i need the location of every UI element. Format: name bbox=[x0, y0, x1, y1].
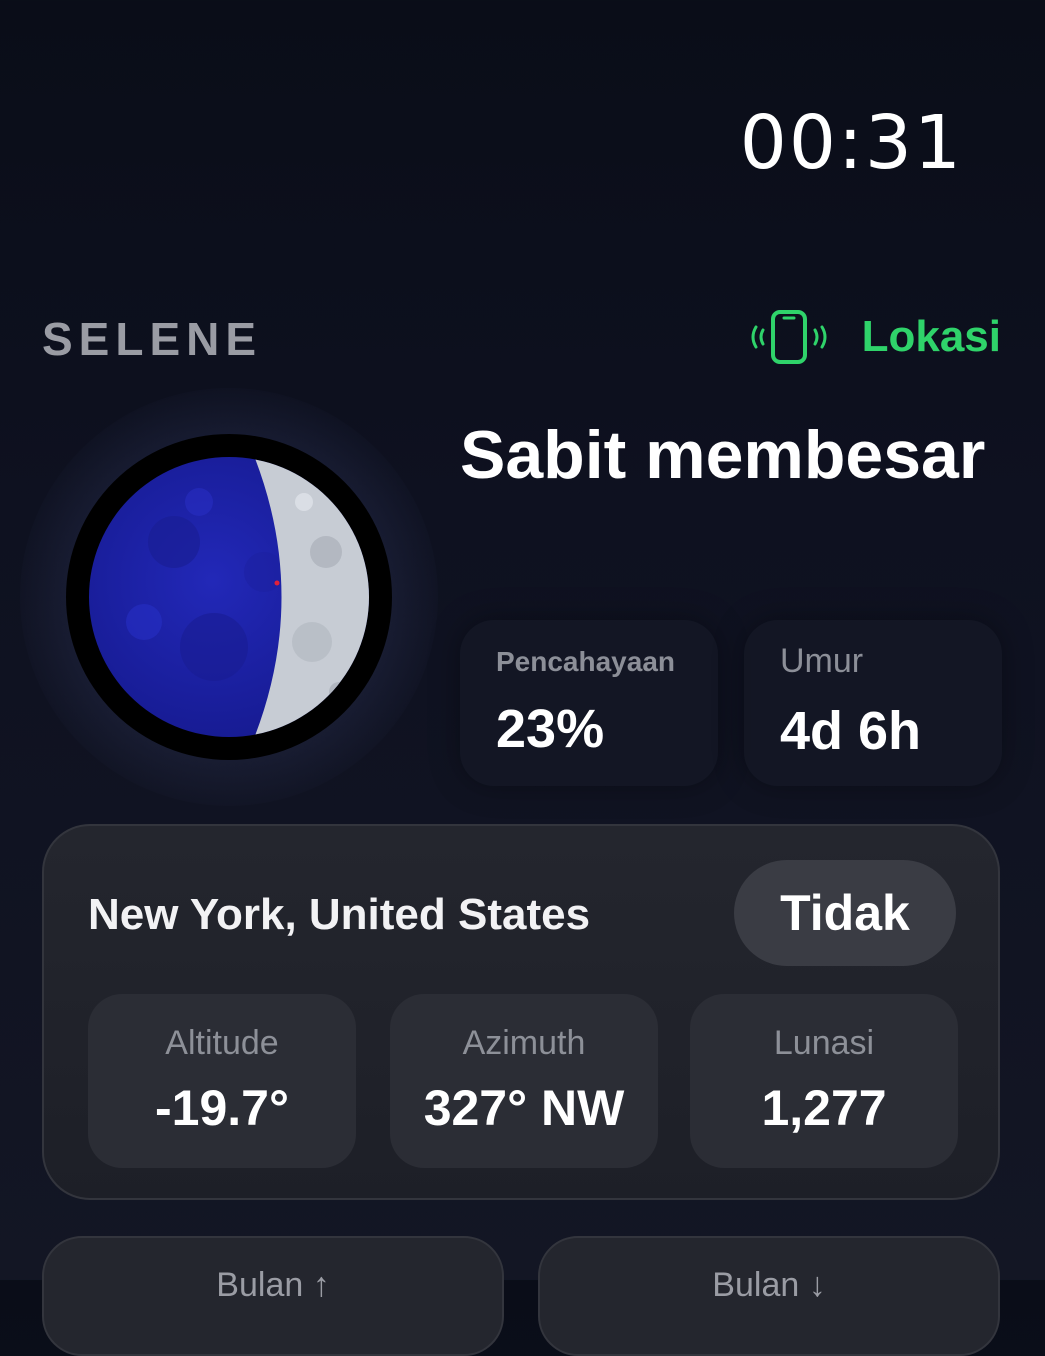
location-city: New York, United States bbox=[88, 890, 591, 939]
age-card: Umur 4d 6h bbox=[744, 620, 1002, 786]
illumination-label: Pencahayaan bbox=[496, 646, 675, 677]
location-button[interactable]: Lokasi bbox=[746, 308, 1001, 366]
moon-phase-image bbox=[64, 432, 394, 762]
azimuth-tile: Azimuth 327° NW bbox=[390, 994, 658, 1168]
azimuth-value: 327° NW bbox=[423, 1080, 625, 1136]
phone-vibrate-icon bbox=[746, 308, 832, 366]
location-button-label: Lokasi bbox=[861, 312, 1001, 361]
age-value: 4d 6h bbox=[780, 701, 922, 761]
app-brand: SELENE bbox=[42, 313, 263, 365]
location-card: New York, United States Tidak Altitude -… bbox=[42, 824, 1000, 1200]
moonrise-label: Bulan ↑ bbox=[216, 1266, 330, 1304]
altitude-tile: Altitude -19.7° bbox=[88, 994, 356, 1168]
moonset-label: Bulan ↓ bbox=[712, 1266, 826, 1304]
age-label: Umur bbox=[780, 642, 864, 680]
phase-name: Sabit membesar bbox=[460, 417, 986, 493]
azimuth-label: Azimuth bbox=[462, 1024, 586, 1062]
lunation-value: 1,277 bbox=[761, 1080, 887, 1136]
moonrise-card: Bulan ↑ bbox=[42, 1236, 504, 1356]
status-clock: 00:31 bbox=[739, 100, 963, 186]
lunation-label: Lunasi bbox=[773, 1024, 875, 1062]
illumination-value: 23% bbox=[496, 699, 605, 759]
lunation-tile: Lunasi 1,277 bbox=[690, 994, 958, 1168]
altitude-label: Altitude bbox=[165, 1024, 279, 1062]
altitude-value: -19.7° bbox=[155, 1080, 289, 1136]
location-toggle-button[interactable]: Tidak bbox=[734, 860, 956, 966]
moonset-card: Bulan ↓ bbox=[538, 1236, 1000, 1356]
illumination-card: Pencahayaan 23% bbox=[460, 620, 718, 786]
